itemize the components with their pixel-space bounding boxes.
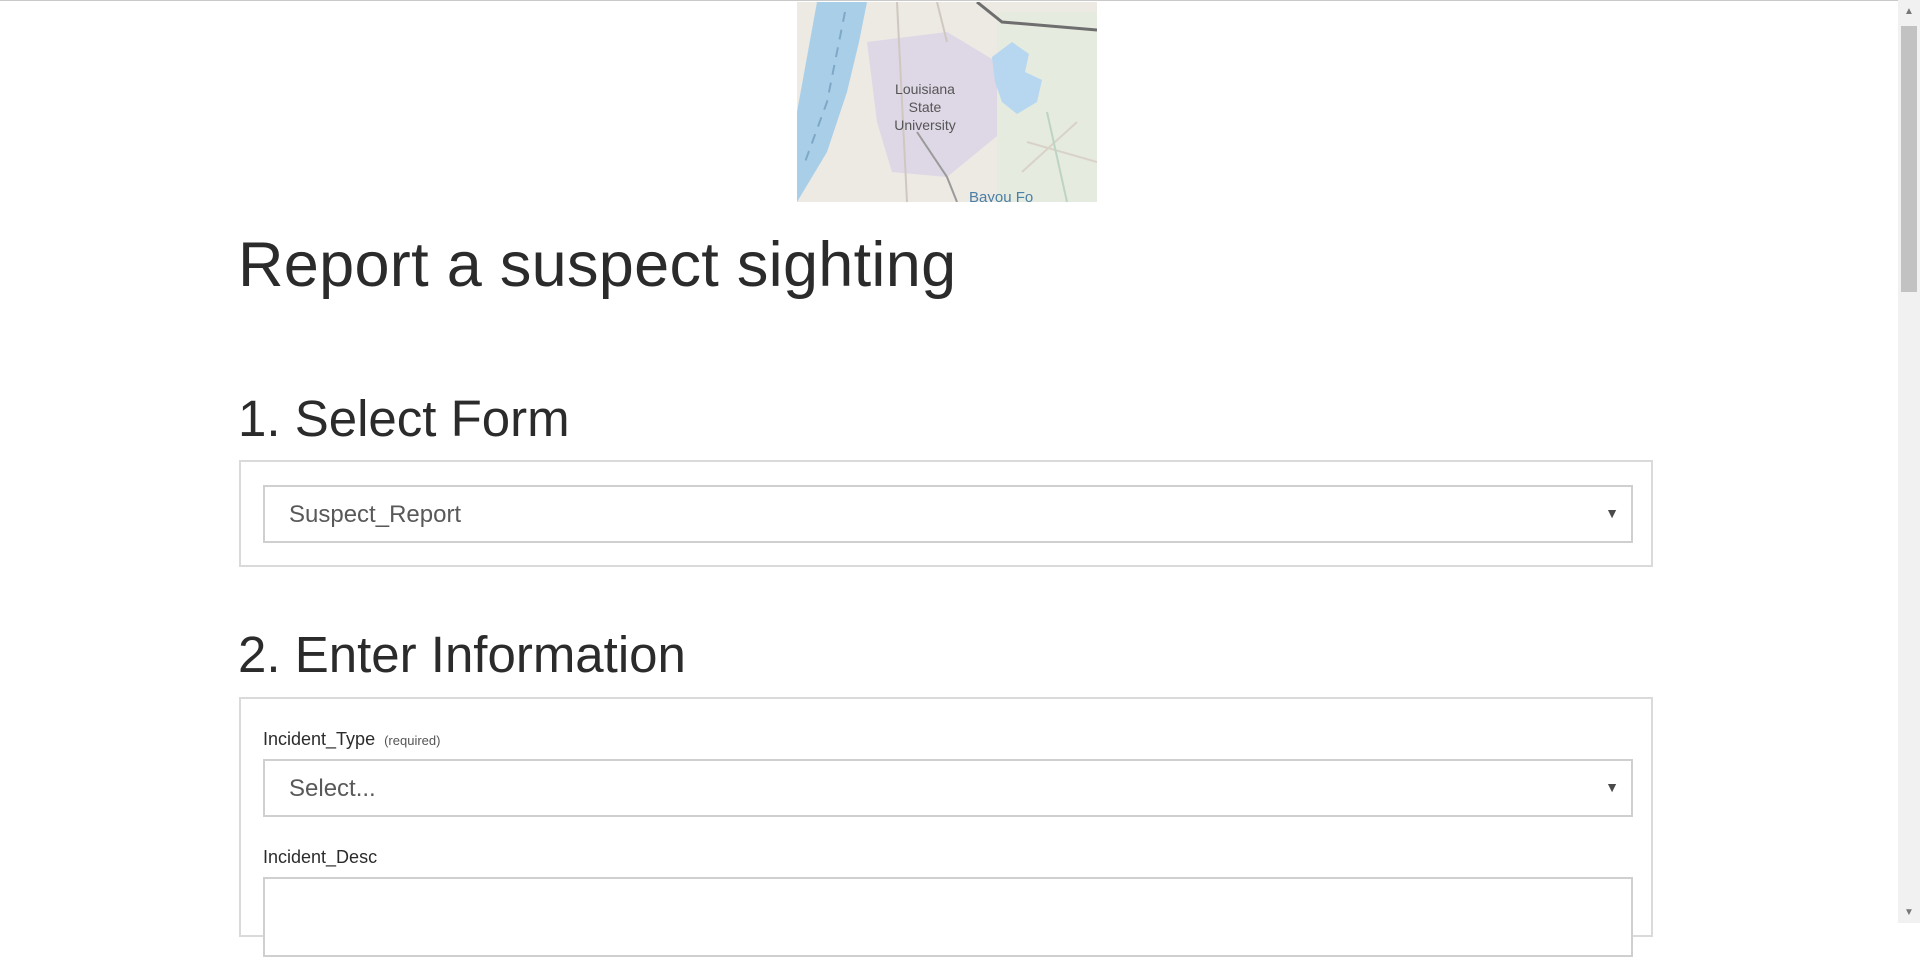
scrollbar-thumb[interactable] bbox=[1901, 26, 1917, 292]
scroll-down-icon[interactable]: ▼ bbox=[1898, 903, 1920, 923]
form-select-value: Suspect_Report bbox=[289, 501, 462, 528]
window-top-border bbox=[0, 0, 1898, 1]
page-title: Report a suspect sighting bbox=[238, 230, 957, 300]
vertical-scrollbar[interactable]: ▲ ▼ bbox=[1898, 0, 1920, 923]
map-water-label: Bayou Fo bbox=[969, 189, 1033, 202]
chevron-down-icon: ▼ bbox=[1605, 505, 1619, 521]
map-label-line3: University bbox=[894, 117, 955, 133]
chevron-down-icon: ▼ bbox=[1605, 779, 1619, 795]
enter-information-panel: Incident_Type (required) Select... ▼ Inc… bbox=[239, 697, 1653, 957]
required-indicator: (required) bbox=[384, 733, 441, 748]
incident-desc-label: Incident_Desc bbox=[263, 847, 378, 867]
incident-type-value: Select... bbox=[289, 775, 376, 802]
select-form-heading: 1. Select Form bbox=[238, 390, 570, 447]
map-label-line1: Louisiana bbox=[895, 81, 955, 97]
form-select-dropdown[interactable]: Suspect_Report ▼ bbox=[263, 485, 1633, 543]
map-label-line2: State bbox=[909, 99, 942, 115]
scroll-up-icon[interactable]: ▲ bbox=[1898, 2, 1920, 22]
incident-type-select[interactable]: Select... ▼ bbox=[263, 759, 1633, 817]
incident-type-label: Incident_Type (required) bbox=[263, 729, 440, 750]
enter-information-heading: 2. Enter Information bbox=[238, 626, 686, 683]
incident-type-label-text: Incident_Type bbox=[263, 729, 376, 749]
map-graphic: Louisiana State University Bayou Fo bbox=[797, 2, 1097, 202]
incident-desc-textarea[interactable] bbox=[263, 877, 1633, 957]
location-map[interactable]: Louisiana State University Bayou Fo bbox=[797, 2, 1097, 202]
select-form-panel: Suspect_Report ▼ bbox=[239, 460, 1653, 567]
